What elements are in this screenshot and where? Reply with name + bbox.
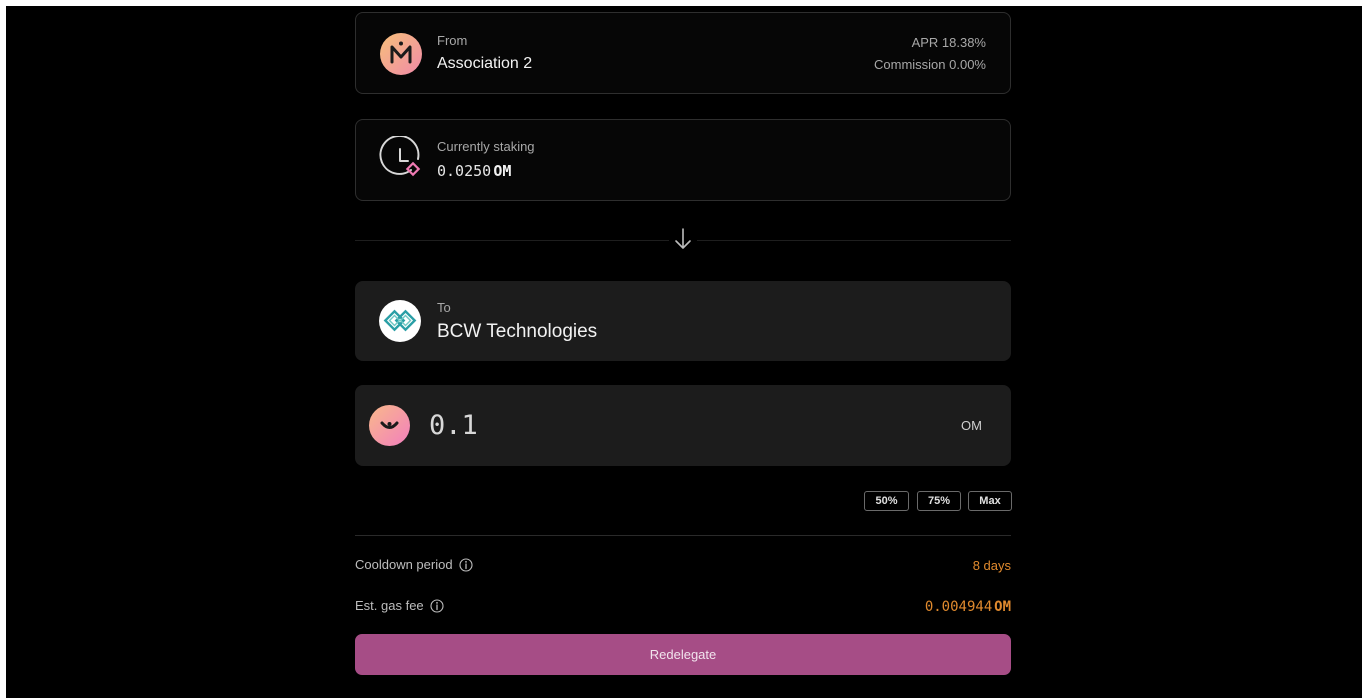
gas-fee-unit: OM bbox=[994, 599, 1011, 615]
info-icon[interactable] bbox=[430, 598, 444, 613]
amount-input-container[interactable]: 0.1 OM bbox=[355, 385, 1011, 466]
staking-amount-digits: 0.0250 bbox=[437, 162, 492, 180]
amount-input[interactable]: 0.1 bbox=[429, 410, 478, 441]
from-caption: From bbox=[437, 33, 468, 48]
info-icon[interactable] bbox=[459, 557, 473, 572]
gas-fee-digits: 0.004944 bbox=[924, 599, 993, 615]
amount-50-percent-button[interactable]: 50% bbox=[864, 491, 909, 511]
amount-max-button[interactable]: Max bbox=[968, 491, 1012, 511]
commission-value: Commission 0.00% bbox=[874, 57, 986, 72]
gas-fee-value: 0.004944 OM bbox=[925, 598, 1011, 615]
staking-amount: 0.0250 OM bbox=[437, 162, 511, 180]
from-validator-card: From Association 2 APR 18.38% Commission… bbox=[355, 12, 1011, 94]
currently-staking-card: Currently staking 0.0250 OM bbox=[355, 119, 1011, 201]
amount-75-percent-button[interactable]: 75% bbox=[917, 491, 961, 511]
staking-amount-unit: OM bbox=[493, 162, 512, 180]
cooldown-row-label: Cooldown period bbox=[355, 557, 473, 572]
details-separator bbox=[355, 535, 1011, 536]
redelegate-button[interactable]: Redelegate bbox=[355, 634, 1011, 675]
om-token-icon bbox=[369, 405, 410, 446]
bcw-logo-icon bbox=[379, 300, 421, 342]
gas-fee-label: Est. gas fee bbox=[355, 598, 424, 613]
from-validator-name: Association 2 bbox=[437, 55, 533, 72]
apr-value: APR 18.38% bbox=[911, 35, 986, 50]
to-validator-card[interactable]: To BCW Technologies bbox=[355, 281, 1011, 361]
arrow-down-icon bbox=[669, 224, 697, 254]
clock-stake-icon bbox=[378, 134, 426, 184]
cooldown-value: 8 days bbox=[972, 558, 1011, 573]
to-caption: To bbox=[437, 300, 451, 315]
staking-caption: Currently staking bbox=[437, 139, 535, 154]
cooldown-label: Cooldown period bbox=[355, 557, 453, 572]
gas-fee-row-label: Est. gas fee bbox=[355, 598, 444, 613]
to-validator-name: BCW Technologies bbox=[437, 321, 598, 342]
validator-m-logo-icon bbox=[380, 33, 422, 75]
amount-unit: OM bbox=[961, 418, 982, 433]
